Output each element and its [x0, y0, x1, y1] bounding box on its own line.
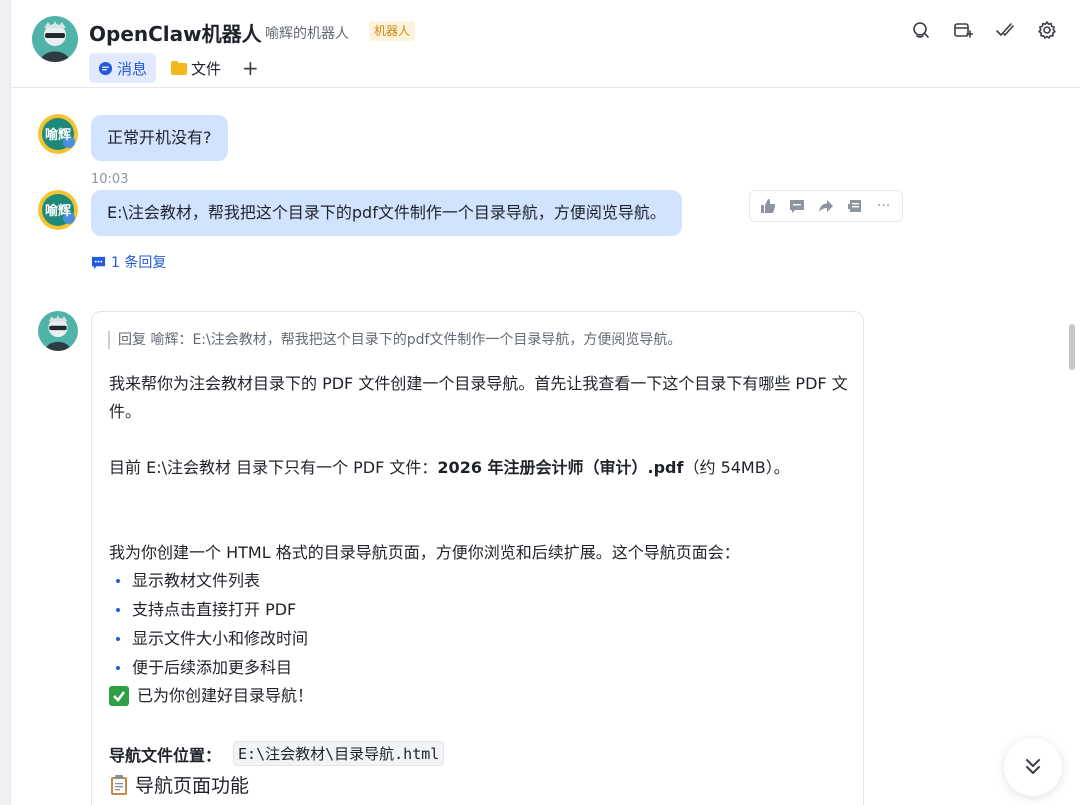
add-window-icon — [954, 23, 973, 38]
tab-files-label: 文件 — [191, 59, 222, 78]
bot-badge: 机器人 — [369, 21, 416, 41]
list-item: 支持点击直接打开 PDF — [112, 595, 308, 624]
user-avatar-text: 喻辉 — [45, 203, 71, 219]
message-timestamp: 10:03 — [91, 172, 129, 187]
search-icon — [913, 22, 929, 38]
feature-list: 显示教材文件列表 支持点击直接打开 PDF 显示文件大小和修改时间 便于后续添加… — [112, 566, 308, 682]
location-line: 导航文件位置： E:\注会教材\目录导航.html — [109, 741, 445, 766]
bot-avatar[interactable] — [38, 311, 78, 351]
chat-title: OpenClaw机器人 — [89, 22, 262, 46]
chat-header: OpenClaw机器人 喻辉的机器人 机器人 消息 文件 + — [11, 0, 1080, 88]
thumbs-up-icon — [761, 199, 776, 213]
paragraph-text: （约 54MB）。 — [683, 458, 790, 477]
message-action-bar: ··· — [749, 190, 903, 222]
features-title: 导航页面功能 — [135, 775, 250, 797]
chat-tabs: 消息 文件 + — [89, 53, 259, 83]
add-tab-button[interactable]: + — [242, 53, 259, 83]
user-avatar[interactable]: 喻辉 — [38, 114, 78, 154]
chat-subtitle: 喻辉的机器人 — [265, 26, 349, 42]
add-chat-button[interactable] — [951, 18, 975, 42]
like-button[interactable] — [757, 195, 779, 217]
mark-done-button[interactable] — [993, 18, 1017, 42]
list-item-text: 显示教材文件列表 — [132, 571, 261, 590]
chevron-double-down-icon — [1026, 759, 1040, 774]
quote-icon — [847, 200, 861, 212]
bot-paragraph: 我为你创建一个 HTML 格式的目录导航页面，方便你浏览和后续扩展。这个导航页面… — [109, 543, 740, 562]
paragraph-text: 目前 E:\注会教材 目录下只有一个 PDF 文件： — [109, 458, 438, 477]
bot-paragraph: 目前 E:\注会教材 目录下只有一个 PDF 文件：2026 年注册会计师（审计… — [109, 454, 799, 482]
list-item-text: 显示文件大小和修改时间 — [132, 629, 309, 648]
file-path[interactable]: E:\注会教材\目录导航.html — [233, 741, 445, 766]
bullet-icon — [116, 578, 120, 583]
folder-icon — [171, 61, 188, 75]
tab-messages-label: 消息 — [117, 59, 148, 78]
user-avatar-text: 喻辉 — [45, 127, 71, 143]
more-actions-button[interactable]: ··· — [873, 195, 895, 217]
scrollbar-thumb[interactable] — [1069, 324, 1075, 370]
features-heading: 导航页面功能 — [109, 771, 249, 798]
list-item: 便于后续添加更多科目 — [112, 653, 308, 682]
bot-reply-card: 回复 喻辉：E:\注会教材，帮我把这个目录下的pdf文件制作一个目录导航，方便阅… — [91, 311, 864, 805]
list-item-text: 便于后续添加更多科目 — [132, 658, 293, 677]
comment-button[interactable] — [786, 195, 808, 217]
check-mark-icon — [109, 686, 129, 706]
search-chat-button[interactable] — [909, 18, 933, 42]
done-line: 已为你创建好目录导航！ — [109, 685, 313, 707]
gear-icon — [1038, 21, 1056, 39]
done-text: 已为你创建好目录导航！ — [137, 686, 314, 705]
bullet-icon — [116, 665, 120, 670]
list-item-text: 支持点击直接打开 PDF — [132, 600, 297, 619]
bullet-icon — [116, 636, 120, 641]
tab-messages[interactable]: 消息 — [89, 53, 157, 83]
bullet-icon — [116, 607, 120, 612]
settings-button[interactable] — [1035, 18, 1059, 42]
list-item: 显示教材文件列表 — [112, 566, 308, 595]
quote-reply-button[interactable] — [844, 195, 866, 217]
clipboard-icon — [111, 774, 127, 795]
thread-reply-link[interactable]: 1 条回复 — [91, 252, 166, 272]
location-label: 导航文件位置： — [109, 745, 222, 765]
file-name: 2026 年注册会计师（审计）.pdf — [437, 458, 684, 477]
message-bubble-icon — [98, 61, 113, 75]
bot-avatar[interactable] — [32, 16, 78, 62]
forward-button[interactable] — [815, 195, 837, 217]
message-bubble[interactable]: E:\注会教材，帮我把这个目录下的pdf文件制作一个目录导航，方便阅览导航。 — [91, 190, 682, 236]
message-bubble[interactable]: 正常开机没有? — [91, 115, 228, 161]
check-double-icon — [996, 23, 1014, 36]
reply-quote[interactable]: 回复 喻辉：E:\注会教材，帮我把这个目录下的pdf文件制作一个目录导航，方便阅… — [108, 331, 681, 349]
chat-window: OpenClaw机器人 喻辉的机器人 机器人 消息 文件 + 喻辉 正常开机没有… — [10, 0, 1080, 805]
reply-bubble-icon — [91, 256, 106, 269]
scroll-to-bottom-button[interactable] — [1004, 738, 1062, 796]
forward-icon — [818, 200, 833, 212]
list-item: 显示文件大小和修改时间 — [112, 624, 308, 653]
user-avatar[interactable]: 喻辉 — [38, 190, 78, 230]
header-toolbar — [909, 18, 1059, 42]
comment-icon — [790, 200, 805, 213]
tab-files[interactable]: 文件 — [162, 53, 230, 83]
reply-count-label: 1 条回复 — [111, 255, 167, 271]
bot-paragraph: 我来帮你为注会教材目录下的 PDF 文件创建一个目录导航。首先让我查看一下这个目… — [109, 374, 848, 421]
